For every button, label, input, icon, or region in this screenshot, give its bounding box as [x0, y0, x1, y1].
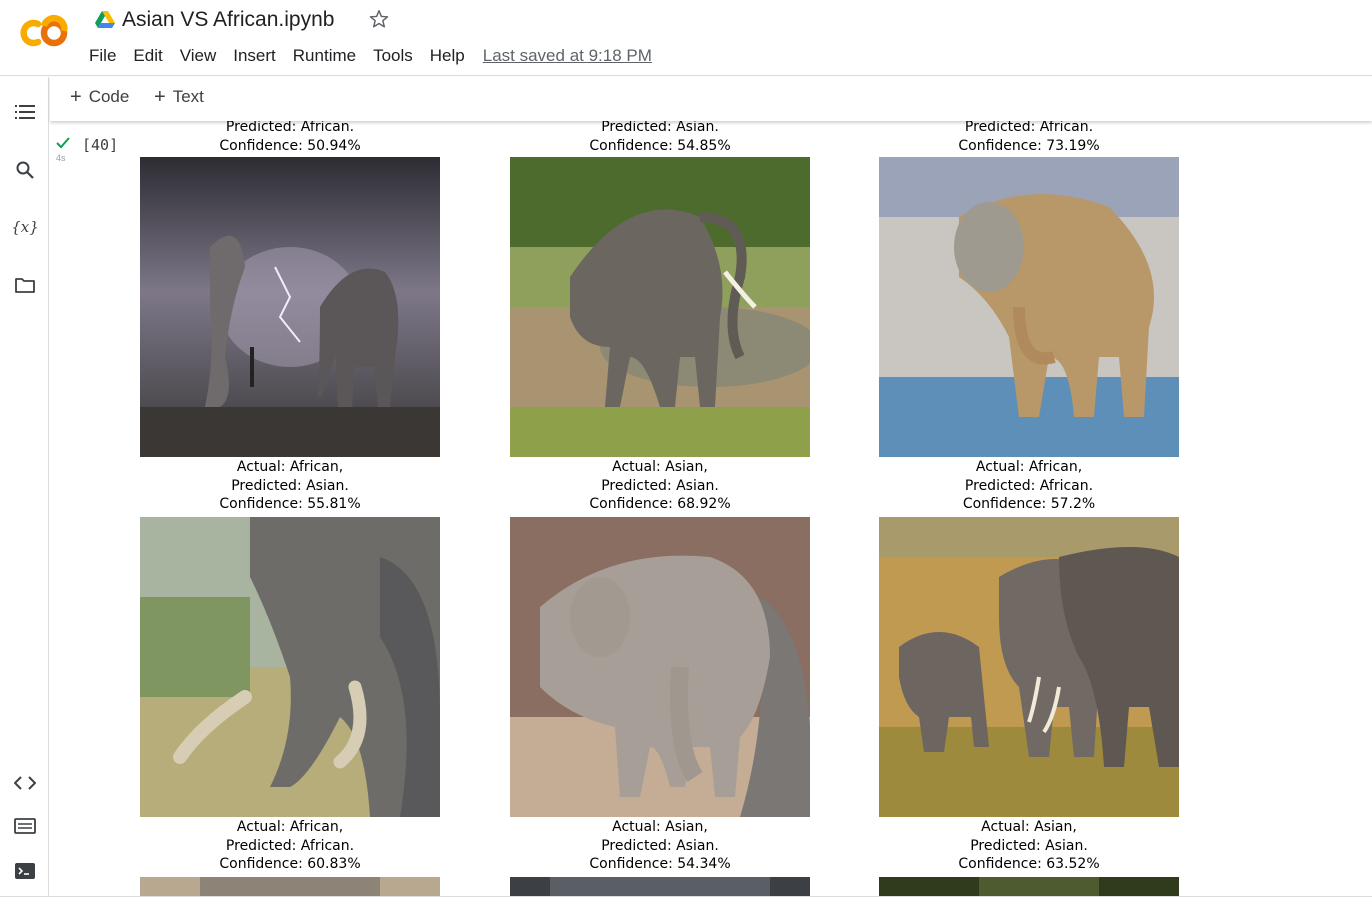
actual-text: Actual: Asian, — [612, 819, 708, 835]
elephant-image — [140, 157, 440, 457]
execution-time: 4s — [56, 153, 66, 163]
menu-tools[interactable]: Tools — [373, 46, 413, 66]
confidence-text: Confidence: 50.94% — [219, 137, 361, 154]
confidence-text: Confidence: 63.52% — [958, 856, 1100, 873]
notebook-title[interactable]: Asian VS African.ipynb — [122, 8, 334, 32]
elephant-image — [140, 517, 440, 817]
code-cell-output: 4s [40] Predicted: African. Confidence: … — [50, 121, 1372, 897]
command-palette-button[interactable] — [13, 814, 37, 838]
predicted-text: Predicted: African. — [964, 121, 1094, 135]
files-button[interactable] — [13, 273, 37, 297]
actual-text: Actual: African, — [236, 459, 344, 475]
actual-text: Actual: African, — [975, 459, 1083, 475]
confidence-text: Confidence: 54.34% — [589, 856, 731, 873]
confidence-text: Confidence: 57.2% — [962, 496, 1096, 513]
output-label: Actual: Asian, Predicted: Asian. Confide… — [505, 818, 815, 874]
google-drive-icon — [95, 11, 115, 28]
output-label: Predicted: African. Confidence: 73.19% — [874, 121, 1184, 155]
menu-insert[interactable]: Insert — [233, 46, 276, 66]
terminal-icon — [15, 863, 35, 879]
search-icon — [16, 161, 34, 179]
add-text-label: Text — [172, 87, 204, 106]
menu-runtime[interactable]: Runtime — [293, 46, 356, 66]
predicted-text: Predicted: Asian. — [601, 837, 719, 854]
confidence-text: Confidence: 54.85% — [589, 137, 731, 154]
elephant-image — [879, 157, 1179, 457]
output-label: Predicted: African. Confidence: 50.94% — [135, 121, 445, 155]
predicted-text: Predicted: Asian. — [970, 837, 1088, 854]
code-icon — [14, 776, 36, 790]
plus-icon: + — [154, 86, 166, 108]
last-saved-link[interactable]: Last saved at 9:18 PM — [483, 46, 652, 66]
add-text-cell-button[interactable]: + Text — [154, 87, 204, 107]
menu-file[interactable]: File — [89, 46, 116, 66]
left-rail: {x} — [0, 77, 49, 897]
menu-view[interactable]: View — [180, 46, 217, 66]
elephant-image — [879, 877, 1179, 897]
actual-text: Actual: African, — [236, 819, 344, 835]
confidence-text: Confidence: 55.81% — [219, 496, 361, 513]
search-button[interactable] — [13, 158, 37, 182]
variables-icon: {x} — [11, 218, 39, 236]
add-code-cell-button[interactable]: + Code — [70, 87, 129, 107]
table-of-contents-button[interactable] — [13, 100, 37, 124]
elephant-image — [510, 877, 810, 897]
folder-icon — [15, 278, 35, 293]
actual-text: Actual: Asian, — [612, 459, 708, 475]
toc-icon — [15, 105, 35, 119]
bottom-status-strip — [0, 896, 1372, 915]
checkmark-icon — [56, 137, 70, 149]
variables-button[interactable]: {x} — [11, 215, 39, 239]
elephant-image — [510, 517, 810, 817]
confidence-text: Confidence: 68.92% — [589, 496, 731, 513]
output-label: Actual: African, Predicted: African. Con… — [135, 818, 445, 874]
elephant-image — [510, 157, 810, 457]
notebook-toolbar: + Code + Text — [50, 77, 1372, 121]
menu-help[interactable]: Help — [430, 46, 465, 66]
output-label: Actual: African, Predicted: Asian. Confi… — [135, 458, 445, 514]
predicted-text: Predicted: Asian. — [601, 477, 719, 494]
add-code-label: Code — [88, 87, 130, 106]
menu-bar: File Edit View Insert Runtime Tools Help… — [89, 45, 652, 67]
execution-count[interactable]: [40] — [82, 136, 118, 154]
predicted-text: Predicted: African. — [225, 837, 355, 854]
predicted-text: Predicted: African. — [225, 121, 355, 135]
menu-edit[interactable]: Edit — [133, 46, 162, 66]
predicted-text: Predicted: Asian. — [601, 121, 719, 135]
output-label: Actual: Asian, Predicted: Asian. Confide… — [874, 818, 1184, 874]
plus-icon: + — [70, 86, 82, 108]
colab-logo[interactable] — [17, 14, 71, 52]
output-label: Actual: Asian, Predicted: Asian. Confide… — [505, 458, 815, 514]
elephant-image — [879, 517, 1179, 817]
predicted-text: Predicted: Asian. — [231, 477, 349, 494]
colab-window: Asian VS African.ipynb File Edit View In… — [0, 0, 1372, 915]
predicted-text: Predicted: African. — [964, 477, 1094, 494]
output-label: Predicted: Asian. Confidence: 54.85% — [505, 121, 815, 155]
code-snippets-button[interactable] — [13, 771, 37, 795]
elephant-image — [140, 877, 440, 897]
confidence-text: Confidence: 60.83% — [219, 856, 361, 873]
keyboard-icon — [14, 818, 36, 834]
confidence-text: Confidence: 73.19% — [958, 137, 1100, 154]
star-icon[interactable] — [368, 8, 390, 30]
output-label: Actual: African, Predicted: African. Con… — [874, 458, 1184, 514]
header: Asian VS African.ipynb File Edit View In… — [0, 0, 1372, 76]
terminal-button[interactable] — [13, 859, 37, 883]
actual-text: Actual: Asian, — [981, 819, 1077, 835]
